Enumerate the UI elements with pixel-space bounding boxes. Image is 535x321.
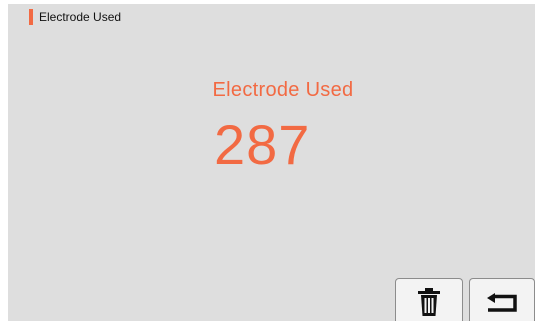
counter-value: 287 bbox=[214, 113, 311, 176]
title-accent-bar bbox=[29, 9, 33, 25]
trash-icon bbox=[418, 288, 440, 316]
device-screen: Electrode Used Electrode Used 287 bbox=[8, 4, 535, 321]
back-button[interactable] bbox=[469, 278, 535, 321]
counter-label: Electrode Used bbox=[212, 79, 354, 101]
title-bar: Electrode Used bbox=[8, 4, 535, 28]
return-arrow-icon bbox=[487, 293, 517, 312]
delete-button[interactable] bbox=[395, 278, 463, 321]
screen-title: Electrode Used bbox=[39, 10, 122, 24]
